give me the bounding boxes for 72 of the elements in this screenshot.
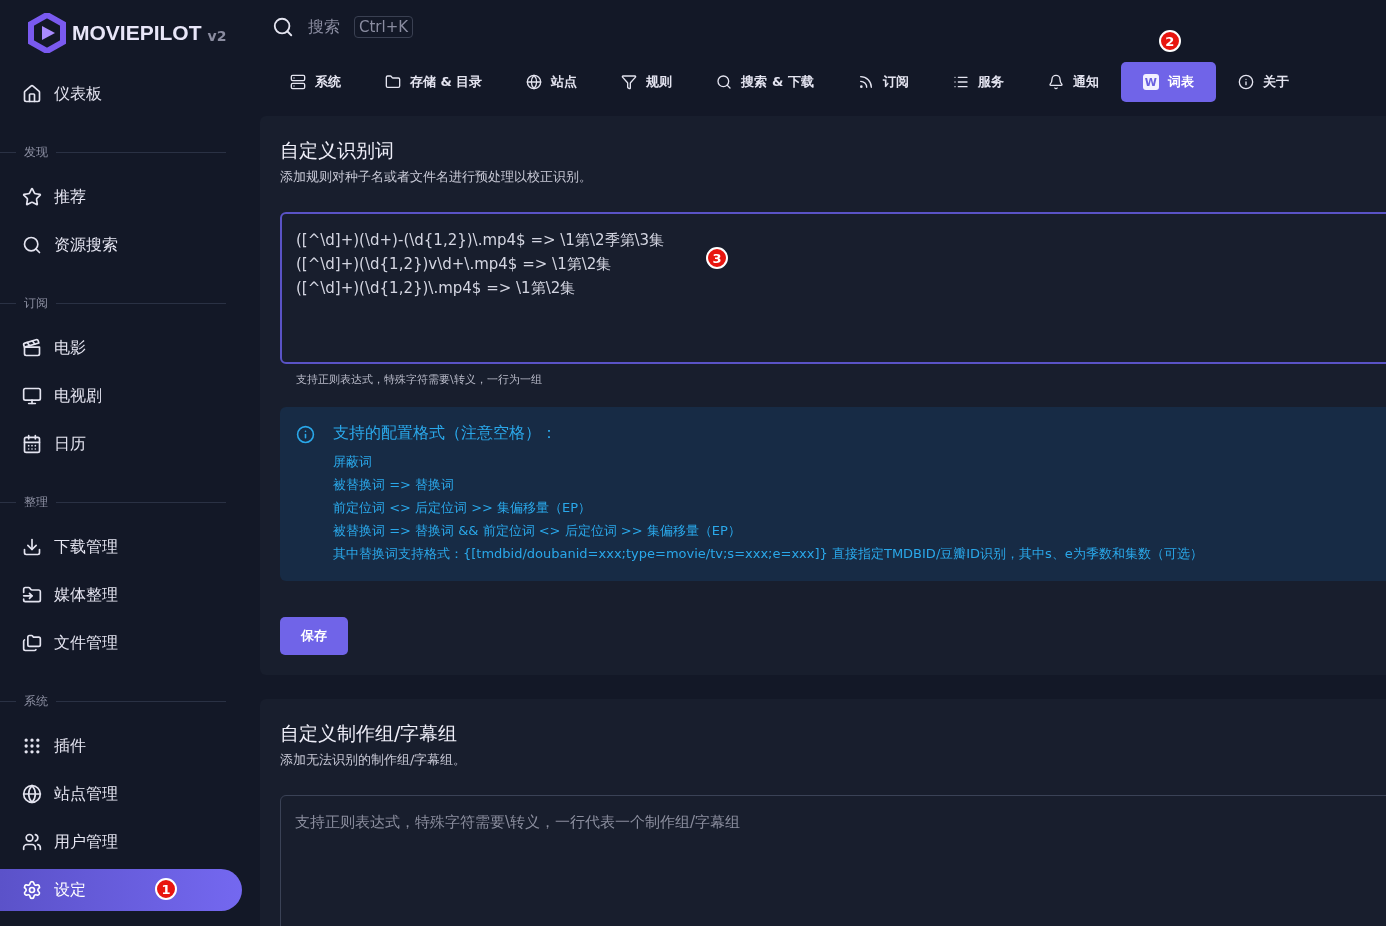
grid-icon xyxy=(22,736,42,756)
card-title: 自定义识别词 xyxy=(280,138,395,163)
card-subtitle: 添加无法识别的制作组/字幕组。 xyxy=(280,751,468,769)
nav-item[interactable]: 插件 xyxy=(0,725,242,767)
save-button[interactable]: 保存 xyxy=(280,617,348,655)
folders-icon xyxy=(22,633,42,653)
nav-item[interactable]: 设定 1 xyxy=(0,869,242,911)
folder-icon xyxy=(385,74,401,90)
callout-marker: 1 xyxy=(155,878,177,900)
nav-item[interactable]: 日历 xyxy=(0,423,242,465)
info-icon xyxy=(1237,74,1254,90)
alert-line: 被替换词 => 替换词 xyxy=(333,476,456,494)
shortcut-key: Ctrl+K xyxy=(354,16,414,38)
group-title: 发现 xyxy=(24,144,48,161)
download-icon xyxy=(22,537,42,557)
search-icon xyxy=(22,235,42,255)
search-icon[interactable] xyxy=(272,16,294,38)
star-icon xyxy=(22,187,42,207)
brand-name: MOVIEPILOT xyxy=(72,21,202,45)
settings-icon xyxy=(22,880,42,900)
group-title: 系统 xyxy=(24,693,48,710)
group-title: 订阅 xyxy=(24,295,48,312)
nav-item[interactable]: 电视剧 xyxy=(0,375,242,417)
nav-item[interactable]: 站点管理 xyxy=(0,773,242,815)
server-icon xyxy=(290,74,306,90)
tab[interactable]: 服务 xyxy=(930,62,1026,102)
nav-item[interactable]: 推荐 xyxy=(0,176,242,218)
filter-icon xyxy=(621,74,638,90)
nav-item[interactable]: 文件管理 xyxy=(0,622,242,664)
version-label: v2 xyxy=(207,28,227,44)
nav-item[interactable]: 下载管理 xyxy=(0,526,242,568)
alert-line: 其中替换词支持格式：{[tmdbid/doubanid=xxx;type=movie/tv;s=xxx;e=xxx]} 直接指定TMDBID/豆瓣ID识别，其中s、e为季数和集数（可选） xyxy=(333,545,1203,563)
card-subtitle: 添加规则对种子名或者文件名进行预处理以校正识别。 xyxy=(280,168,593,186)
search-placeholder[interactable]: 搜索 xyxy=(308,16,340,38)
search-icon xyxy=(716,74,733,90)
alert-line: 被替换词 => 替换词 && 前定位词 <> 后定位词 >> 集偏移量（EP） xyxy=(333,522,742,540)
monitor-icon xyxy=(22,386,42,406)
nav-item[interactable]: 资源搜索 xyxy=(0,224,242,266)
nav-item[interactable]: 用户管理 xyxy=(0,821,242,863)
nav-item[interactable]: 仪表板 xyxy=(0,73,242,115)
field-hint: 支持正则表达式，特殊字符需要\转义，一行为一组 xyxy=(295,372,543,387)
tab[interactable]: 订阅 xyxy=(835,62,931,102)
list-icon xyxy=(952,74,969,90)
letter-icon: W xyxy=(1142,74,1159,90)
text-area[interactable]: 支持正则表达式，特殊字符需要\转义，一行代表一个制作组/字幕组 xyxy=(280,795,1386,926)
alert-line: 屏蔽词 xyxy=(333,453,373,471)
clapperboard-icon xyxy=(22,338,42,358)
tab[interactable]: 搜索 & 下载 xyxy=(694,62,836,102)
bell-icon xyxy=(1047,74,1064,90)
nav-item[interactable]: 电影 xyxy=(0,327,242,369)
alert-line: 前定位词 <> 后定位词 >> 集偏移量（EP） xyxy=(333,499,593,517)
group-title: 整理 xyxy=(24,494,48,511)
tab[interactable]: 站点 xyxy=(504,62,600,102)
alert-title: 支持的配置格式（注意空格）： xyxy=(333,423,558,444)
tab[interactable]: 系统 xyxy=(268,62,363,102)
users-icon xyxy=(22,832,42,852)
logo-icon xyxy=(28,13,66,53)
callout-marker: 3 xyxy=(706,247,728,269)
calendar-icon xyxy=(22,434,42,454)
tab[interactable]: 通知 xyxy=(1025,62,1121,102)
globe-icon xyxy=(22,784,42,804)
folder-arrow-icon xyxy=(22,585,42,605)
callout-marker: 2 xyxy=(1158,30,1181,52)
tab[interactable]: 存储 & 目录 xyxy=(363,62,505,102)
card-title: 自定义制作组/字幕组 xyxy=(280,721,459,746)
globe-icon xyxy=(526,74,543,90)
tab[interactable]: 关于 xyxy=(1215,62,1311,102)
rss-icon xyxy=(857,74,874,90)
info-icon xyxy=(296,425,315,444)
home-icon xyxy=(22,84,42,104)
nav-item[interactable]: 媒体整理 xyxy=(0,574,242,616)
tab[interactable]: 规则 xyxy=(599,62,695,102)
